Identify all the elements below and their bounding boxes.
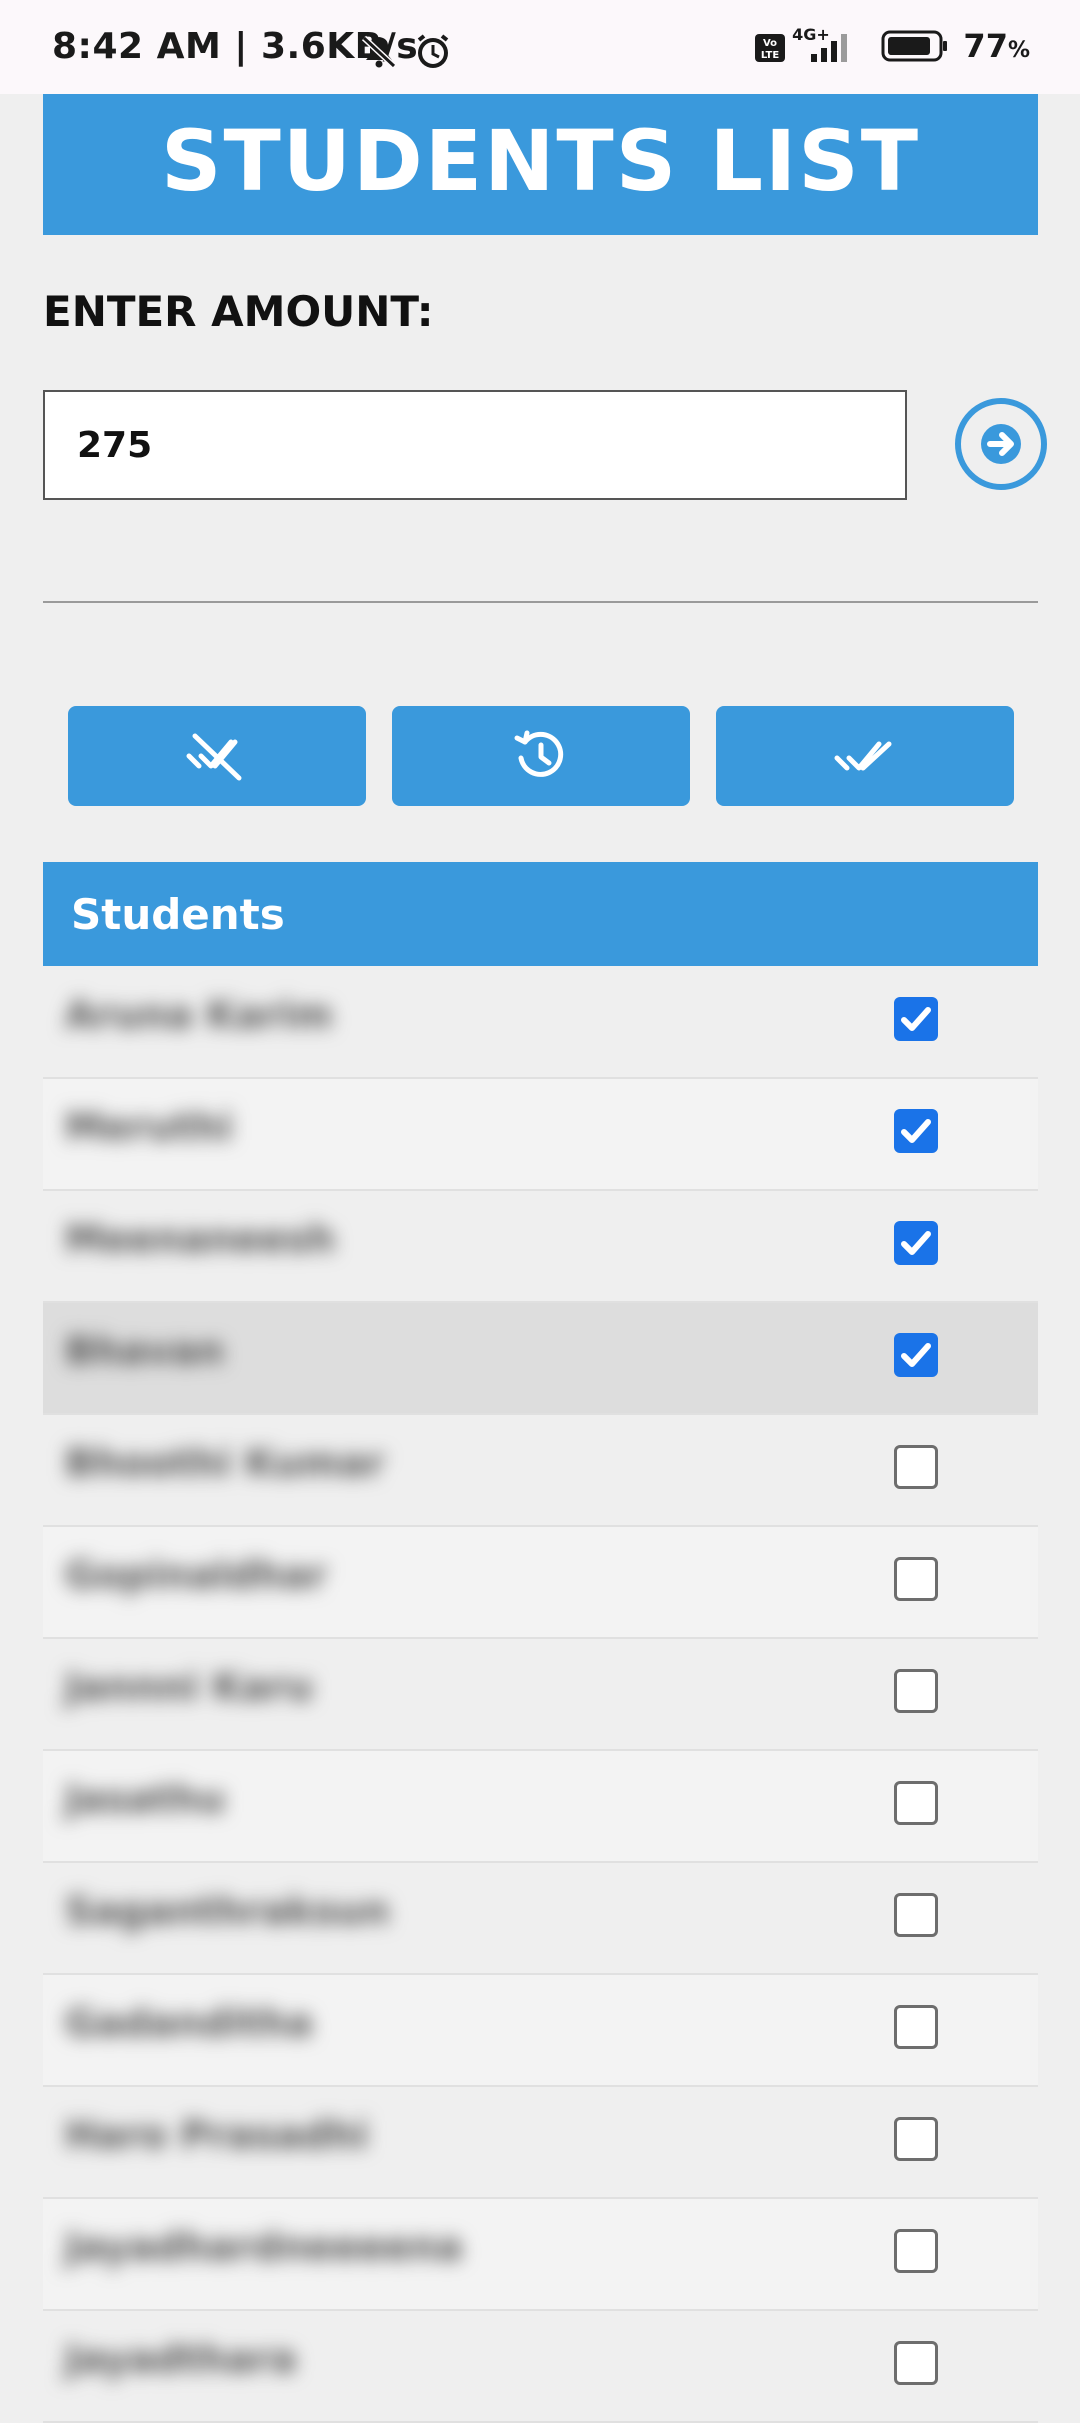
student-row[interactable]: Meenaneesh (43, 1191, 1038, 1303)
history-icon (514, 730, 564, 777)
student-row[interactable]: Aruna Karim (43, 967, 1038, 1079)
battery-icon (881, 30, 948, 62)
check-icon (901, 1007, 931, 1031)
student-row[interactable]: Jannni Karu (43, 1639, 1038, 1751)
student-checkbox[interactable] (894, 1557, 938, 1601)
student-name: Jayadthara (65, 2337, 297, 2381)
student-name: Jannni Karu (65, 1665, 314, 1709)
select-all-button[interactable] (716, 706, 1014, 806)
mute-alarm-icons (361, 34, 449, 69)
student-name: Jasathu (65, 1777, 226, 1821)
signal-icon: Vo LTE 4G+ (755, 26, 848, 62)
students-list: Aruna Karim Meruthi Meenaneesh Bhavan Bhooth… (43, 967, 1038, 2423)
svg-text:LTE: LTE (761, 50, 780, 61)
student-name: Haro Prasadhi (65, 2113, 369, 2157)
amount-input[interactable] (43, 390, 907, 500)
student-row[interactable]: Bhavan (43, 1303, 1038, 1415)
student-row[interactable]: Haro Prasadhi (43, 2087, 1038, 2199)
status-icons-left (358, 30, 454, 77)
network-label: 4G+ (793, 26, 831, 44)
student-name: Bhavan (65, 1329, 225, 1373)
status-right: Vo LTE 4G+ 77% (755, 26, 1030, 66)
student-name: Meruthi (65, 1105, 233, 1149)
battery-percent: 77% (963, 27, 1030, 65)
student-checkbox[interactable] (894, 2005, 938, 2049)
clear-all-icon (186, 733, 242, 781)
submit-amount-button[interactable] (955, 398, 1047, 490)
student-name: Jayadhardneeeena (65, 2225, 463, 2269)
student-row[interactable]: Jasathu (43, 1751, 1038, 1863)
student-row[interactable]: Gopinaldhar (43, 1527, 1038, 1639)
student-checkbox[interactable] (894, 1333, 938, 1377)
arrow-right-icon (981, 424, 1021, 464)
amount-label: ENTER AMOUNT: (43, 287, 434, 336)
student-row[interactable]: Jayadthara (43, 2311, 1038, 2423)
student-checkbox[interactable] (894, 1445, 938, 1489)
student-row[interactable]: Gadanditha (43, 1975, 1038, 2087)
divider (43, 601, 1038, 603)
check-icon (901, 1119, 931, 1143)
page-title: STUDENTS LIST (160, 112, 921, 210)
done-all-icon (834, 741, 892, 771)
history-button[interactable] (392, 706, 690, 806)
clear-selection-button[interactable] (68, 706, 366, 806)
check-icon (901, 1231, 931, 1255)
student-row[interactable]: Jayadhardneeeena (43, 2199, 1038, 2311)
student-name: Aruna Karim (65, 993, 333, 1037)
svg-text:Vo: Vo (763, 38, 777, 49)
student-checkbox[interactable] (894, 2229, 938, 2273)
student-row[interactable]: Meruthi (43, 1079, 1038, 1191)
student-checkbox[interactable] (894, 1893, 938, 1937)
page-header: STUDENTS LIST (43, 94, 1038, 235)
student-checkbox[interactable] (894, 1669, 938, 1713)
student-name: Bhoothi Kumar (65, 1441, 385, 1485)
student-checkbox[interactable] (894, 1221, 938, 1265)
student-checkbox[interactable] (894, 1109, 938, 1153)
student-name: Gadanditha (65, 2001, 313, 2045)
student-checkbox[interactable] (894, 2341, 938, 2385)
student-name: Saganthraksun (65, 1889, 390, 1933)
check-icon (901, 1343, 931, 1367)
student-name: Gopinaldhar (65, 1553, 327, 1597)
students-table-header: Students (43, 862, 1038, 966)
student-checkbox[interactable] (894, 1781, 938, 1825)
student-checkbox[interactable] (894, 997, 938, 1041)
student-checkbox[interactable] (894, 2117, 938, 2161)
student-row[interactable]: Saganthraksun (43, 1863, 1038, 1975)
status-bar: 8:42 AM | 3.6KB/s Vo LTE 4G+ 77% (0, 0, 1080, 94)
student-row[interactable]: Bhoothi Kumar (43, 1415, 1038, 1527)
students-header-label: Students (71, 890, 285, 939)
student-name: Meenaneesh (65, 1217, 336, 1261)
